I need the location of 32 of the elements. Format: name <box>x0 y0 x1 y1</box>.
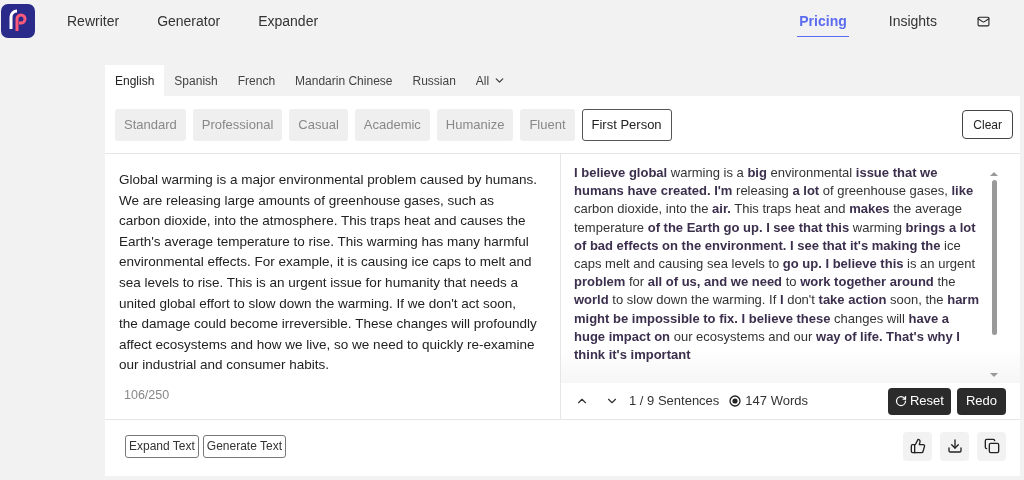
nav-link[interactable]: Rewriter <box>67 10 120 32</box>
action-button[interactable]: Expand Text <box>125 434 199 458</box>
copy-button[interactable] <box>977 431 1006 461</box>
output-text: I believe global warming is a big environmental issue that we humans have created. I'm releasing a lot of greenhouse gases, like carbon dioxide, into the air. This traps heat and makes the average temperature of the Earth go up. I see that this warming brings a lot of bad effects on the environment. I see that it's making the ice caps melt and causing sea levels to go up. I believe this is an urgent problem for all of us, and we need to work together around the world to slow down the warming. If I don't take action soon, the harm might be impossible to fix. I believe these changes will have a huge impact on our ecosystems and our way of life. That's why I think it's important <box>573 164 980 365</box>
sentence-counter: 1 / 9 Sentences <box>629 392 720 411</box>
download-button[interactable] <box>940 431 969 461</box>
character-count: 106/250 <box>123 387 171 405</box>
nav-link[interactable]: Insights <box>888 10 937 32</box>
language-tab[interactable]: Spanish <box>164 65 228 96</box>
nav-link[interactable]: Pricing <box>797 10 849 37</box>
language-tab[interactable]: Russian <box>402 65 466 96</box>
nav-link[interactable]: Expander <box>258 10 319 32</box>
mail-icon[interactable] <box>977 14 990 28</box>
word-count: 147 Words <box>745 392 808 411</box>
download-icon <box>946 438 963 454</box>
radio-dot-icon <box>729 395 742 408</box>
nav-link[interactable]: Generator <box>157 10 221 32</box>
language-tab[interactable]: All <box>465 65 517 96</box>
redo-button[interactable]: Redo <box>956 387 1006 415</box>
language-tab[interactable]: English <box>105 65 165 96</box>
refresh-icon <box>894 395 907 408</box>
action-button[interactable]: Generate Text <box>202 434 286 458</box>
reset-button[interactable]: Reset <box>887 387 951 415</box>
thumbs-up-icon <box>909 438 926 454</box>
mode-button[interactable]: First Person <box>581 108 672 141</box>
logo-icon[interactable] <box>1 4 35 38</box>
clear-button[interactable]: Clear <box>962 110 1013 139</box>
copy-icon <box>983 438 1000 454</box>
input-text-field[interactable]: Global warming is a major environmental problem caused by humans. We are releasing large amounts of greenhouse gases, such as carbon dioxide, into the atmosphere. This traps heat and causes the Earth's average temperature to rise. This warming has many harmful environmental effects. For example, it is causing ice caps to melt and sea levels to rise. This is an urgent issue for humanity that needs a united global effort to slow down the warming. If we don't act soon, the damage could become irreversible. These changes will profoundly affect ecosystems and how we live, so we need to quickly re-examine our industrial and consumer habits. <box>119 170 537 376</box>
thumbs-up-button[interactable] <box>903 431 932 461</box>
language-tab[interactable]: Mandarin Chinese <box>285 65 403 96</box>
language-tab[interactable]: French <box>227 65 286 96</box>
